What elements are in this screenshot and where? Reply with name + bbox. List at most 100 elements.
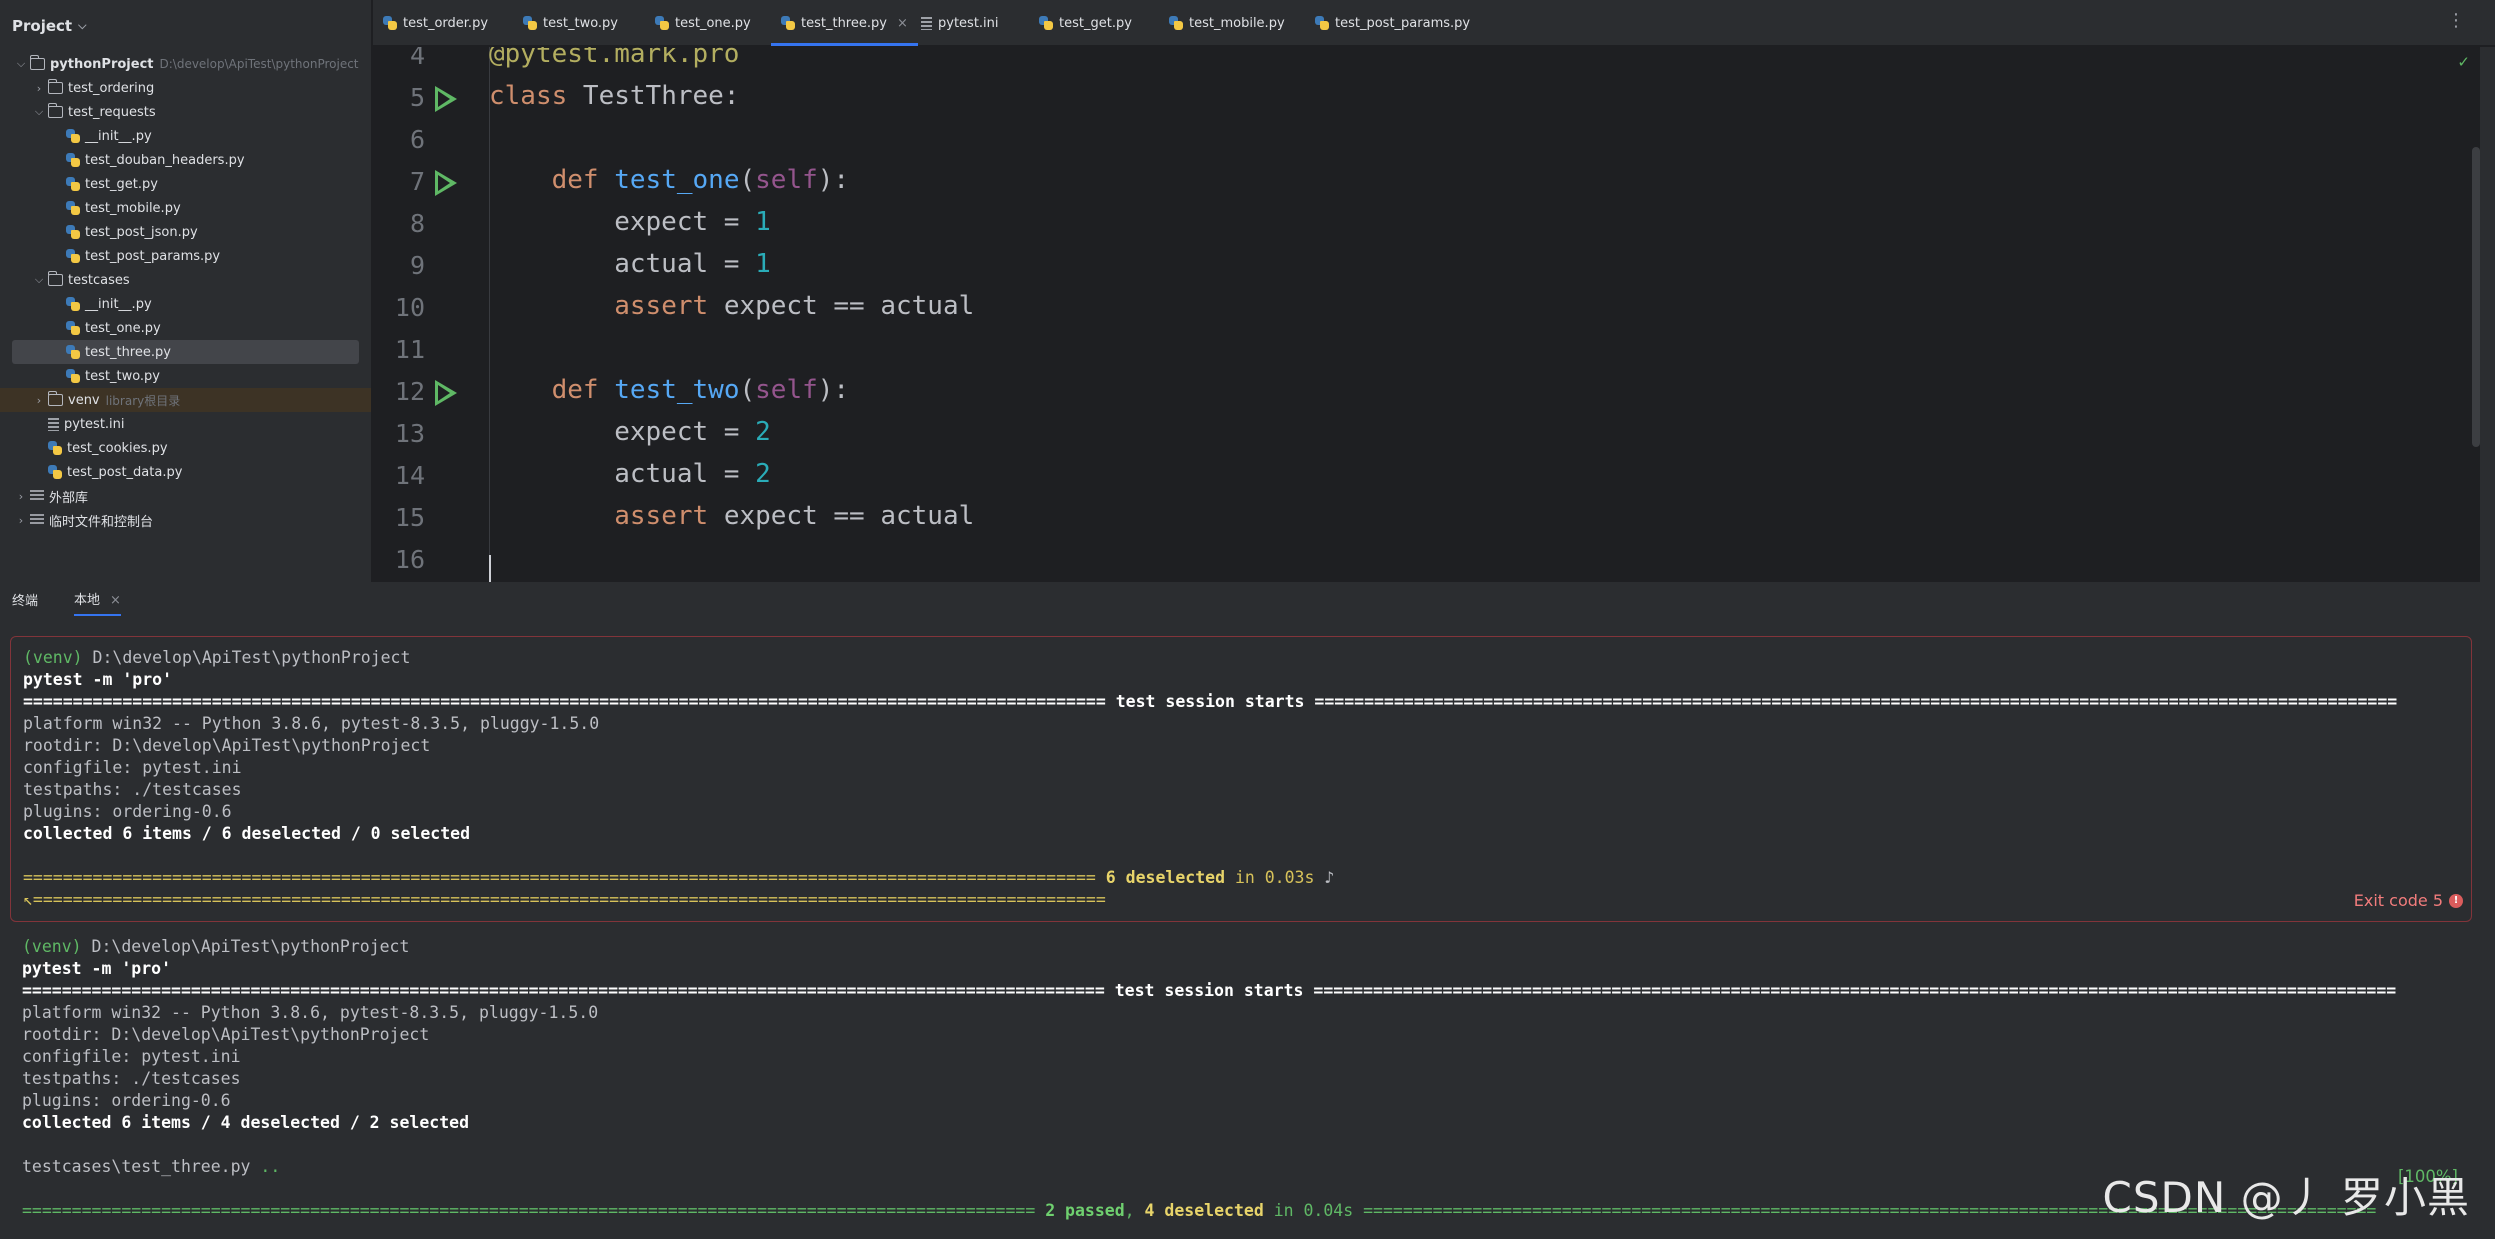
editor-tab[interactable]: test_post_params.py <box>1315 0 1470 46</box>
tree-item[interactable]: test_mobile.py <box>12 196 359 220</box>
ini-file-icon <box>48 417 59 431</box>
terminal-token: 6 deselected <box>1105 868 1226 887</box>
chevron-down-icon[interactable]: ⌵ <box>12 57 30 71</box>
python-file-icon <box>655 16 669 30</box>
code-line: def test_one(self): <box>489 165 849 195</box>
terminal-token: 4 deselected <box>1144 1201 1264 1220</box>
chevron-down-icon[interactable]: ⌵ <box>30 105 48 119</box>
tree-item-label: test_one.py <box>85 320 161 336</box>
editor-tab[interactable]: test_three.py × <box>771 0 918 46</box>
tree-item[interactable]: test_three.py <box>12 340 359 364</box>
code-token: TestThree: <box>582 81 740 111</box>
tree-item[interactable]: test_cookies.py <box>12 436 359 460</box>
editor-tab-label: test_three.py <box>801 15 887 31</box>
editor-tab-label: test_two.py <box>543 15 618 31</box>
tree-item[interactable]: __init__.py <box>12 292 359 316</box>
chevron-right-icon[interactable]: › <box>12 490 30 503</box>
code-token: assert <box>614 291 724 321</box>
code-token: self <box>755 375 818 405</box>
tree-item[interactable]: test_post_data.py <box>12 460 359 484</box>
editor-tab[interactable]: test_mobile.py <box>1169 0 1285 46</box>
tree-item[interactable]: test_post_params.py <box>12 244 359 268</box>
terminal-header: 终端 本地 × <box>0 582 2480 616</box>
line-number: 5 <box>409 83 425 112</box>
tree-item-label: 临时文件和控制台 <box>49 514 154 530</box>
code-token: actual = <box>489 459 756 489</box>
tree-item[interactable]: › 外部库 <box>12 484 359 508</box>
line-number: 10 <box>394 293 425 322</box>
tree-item[interactable]: ⌵ testcases <box>12 268 359 292</box>
terminal-token: rootdir: D:\develop\ApiTest\pythonProjec… <box>23 736 431 755</box>
tree-item[interactable]: test_get.py <box>12 172 359 196</box>
line-number: 4 <box>409 47 425 70</box>
chevron-down-icon[interactable]: ⌵ <box>30 273 48 287</box>
tree-item-label: test_mobile.py <box>85 200 181 216</box>
close-icon[interactable]: × <box>897 16 908 31</box>
terminal-line: ========================================… <box>23 691 2397 713</box>
terminal-token: (venv) <box>22 937 92 956</box>
tree-item-label: test_requests <box>68 104 156 120</box>
watermark: CSDN @丿 罗小黑 <box>2102 1173 2470 1222</box>
tree-item-label: test_cookies.py <box>67 440 168 456</box>
code-token: expect = <box>489 417 756 447</box>
editor-tab[interactable]: test_get.py <box>1039 0 1132 46</box>
folder-icon <box>30 55 45 70</box>
run-icon[interactable] <box>433 170 457 196</box>
tab-local[interactable]: 本地 × <box>74 583 121 616</box>
code-editor[interactable]: ✓ 4 @pytest.mark.pro 5 class TestThree: 6 7 d… <box>373 47 2480 582</box>
run-icon[interactable] <box>433 86 457 112</box>
chevron-right-icon[interactable]: › <box>12 514 30 527</box>
tree-item[interactable]: test_douban_headers.py <box>12 148 359 172</box>
code-line: class TestThree: <box>489 81 739 111</box>
tree-item[interactable]: › venv library根目录 <box>0 388 371 412</box>
tree-item[interactable]: pytest.ini <box>12 412 359 436</box>
chevron-right-icon[interactable]: › <box>30 82 48 95</box>
terminal-token: ========================================… <box>22 981 2397 1000</box>
editor-tab[interactable]: test_one.py <box>655 0 751 46</box>
terminal-line: ========================================… <box>23 867 1334 889</box>
line-number: 12 <box>394 377 425 406</box>
tree-item[interactable]: test_two.py <box>12 364 359 388</box>
run-icon[interactable] <box>433 380 457 406</box>
library-icon <box>30 514 44 526</box>
tree-item-label: pythonProject <box>50 56 154 72</box>
tree-item[interactable]: __init__.py <box>12 124 359 148</box>
ini-file-icon <box>921 16 932 30</box>
terminal-line: rootdir: D:\develop\ApiTest\pythonProjec… <box>23 735 430 757</box>
chevron-right-icon[interactable]: › <box>30 394 48 407</box>
editor-tab-label: test_mobile.py <box>1189 15 1285 31</box>
text-caret <box>489 555 491 582</box>
close-icon[interactable]: × <box>110 593 121 608</box>
terminal-token: configfile: pytest.ini <box>22 1047 241 1066</box>
terminal-line: collected 6 items / 6 deselected / 0 sel… <box>23 823 470 845</box>
terminal-token: , <box>1124 1201 1145 1220</box>
chevron-down-icon: ⌵ <box>78 19 87 32</box>
more-icon[interactable]: ⋮ <box>2447 10 2465 31</box>
tree-item-label: testcases <box>68 272 130 288</box>
terminal-line: testpaths: ./testcases <box>23 779 242 801</box>
project-header[interactable]: Project ⌵ <box>0 0 371 52</box>
code-token: class <box>489 81 583 111</box>
code-token: expect = <box>489 207 756 237</box>
tree-item[interactable]: ⌵ pythonProject D:\develop\ApiTest\pythonP… <box>12 52 359 76</box>
tree-item-label: test_post_data.py <box>67 464 183 480</box>
editor-scrollbar[interactable] <box>2472 147 2480 447</box>
editor-tab[interactable]: test_order.py <box>383 0 488 46</box>
tree-item[interactable]: test_one.py <box>12 316 359 340</box>
editor-tab[interactable]: pytest.ini <box>921 0 999 46</box>
tree-item[interactable]: › 临时文件和控制台 <box>12 508 359 532</box>
code-token: def <box>551 165 615 195</box>
terminal-block-failed: Exit code 5! (venv) D:\develop\ApiTest\p… <box>10 636 2472 922</box>
tree-item[interactable]: ⌵ test_requests <box>12 100 359 124</box>
terminal-token: pytest -m 'pro' <box>22 959 172 978</box>
tree-item[interactable]: › test_ordering <box>12 76 359 100</box>
editor-tab[interactable]: test_two.py <box>523 0 618 46</box>
exit-code-badge[interactable]: Exit code 5! <box>2354 891 2463 910</box>
code-token: 2 <box>755 417 771 447</box>
tree-item[interactable]: test_post_json.py <box>12 220 359 244</box>
terminal-line: ========================================… <box>22 980 2396 1002</box>
terminal-token: ========================================… <box>22 1201 1046 1220</box>
terminal-token: ========================================… <box>23 868 1106 887</box>
terminal-output[interactable]: Exit code 5! (venv) D:\develop\ApiTest\p… <box>0 616 2480 1239</box>
